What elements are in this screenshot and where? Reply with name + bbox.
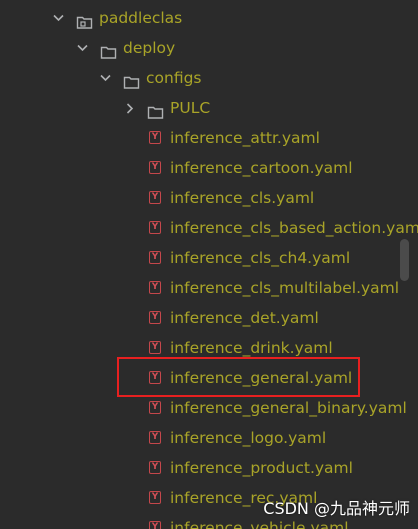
yaml-file-icon: Y <box>149 311 161 324</box>
tree-row-file[interactable]: Y inference_cls_multilabel.yaml <box>0 273 418 303</box>
chevron-down-icon[interactable] <box>74 33 90 63</box>
tree-row-label: deploy <box>123 39 176 57</box>
tree-row-file[interactable]: Y inference_cls_based_action.yaml <box>0 213 418 243</box>
tree-row-label: inference_cls_based_action.yaml <box>170 219 418 237</box>
tree-row-file[interactable]: Y inference_attr.yaml <box>0 123 418 153</box>
tree-row-configs[interactable]: configs <box>0 63 418 93</box>
module-folder-icon <box>76 10 93 29</box>
yaml-file-icon: Y <box>149 281 161 294</box>
tree-row-label: inference_logo.yaml <box>170 429 327 447</box>
yaml-file-icon: Y <box>149 371 161 384</box>
chevron-down-icon[interactable] <box>50 3 66 33</box>
yaml-file-icon: Y <box>149 341 161 354</box>
scrollbar-thumb[interactable] <box>400 239 409 281</box>
folder-icon <box>123 70 140 89</box>
yaml-file-icon: Y <box>149 461 161 474</box>
tree-row-file[interactable]: Y inference_cartoon.yaml <box>0 153 418 183</box>
tree-row-pulc[interactable]: PULC <box>0 93 418 123</box>
tree-row-label: inference_general_binary.yaml <box>170 399 407 417</box>
project-tree: paddleclas deploy configs PULC Y inferen… <box>0 0 418 529</box>
yaml-file-icon: Y <box>149 491 161 504</box>
chevron-right-icon[interactable] <box>122 93 138 123</box>
yaml-file-icon: Y <box>149 131 161 144</box>
tree-row-label: configs <box>146 69 202 87</box>
tree-row-paddleclas[interactable]: paddleclas <box>0 3 418 33</box>
tree-row-file-highlighted[interactable]: Y inference_general.yaml <box>0 363 418 393</box>
folder-icon <box>147 100 164 119</box>
tree-row-file[interactable]: Y inference_cls.yaml <box>0 183 418 213</box>
folder-icon <box>100 40 117 59</box>
watermark: CSDN @九品神元师 <box>263 499 410 518</box>
yaml-file-icon: Y <box>149 161 161 174</box>
tree-row-file[interactable]: Y inference_det.yaml <box>0 303 418 333</box>
yaml-file-icon: Y <box>149 431 161 444</box>
tree-row-label: inference_det.yaml <box>170 309 319 327</box>
tree-row-file[interactable]: Y inference_product.yaml <box>0 453 418 483</box>
chevron-down-icon[interactable] <box>97 63 113 93</box>
tree-row-label: inference_product.yaml <box>170 459 353 477</box>
tree-row-label: inference_general.yaml <box>170 369 353 387</box>
yaml-file-icon: Y <box>149 191 161 204</box>
tree-row-file[interactable]: Y inference_general_binary.yaml <box>0 393 418 423</box>
yaml-file-icon: Y <box>149 221 161 234</box>
tree-row-file[interactable]: Y inference_logo.yaml <box>0 423 418 453</box>
yaml-file-icon: Y <box>149 251 161 264</box>
tree-row-label: inference_cartoon.yaml <box>170 159 353 177</box>
tree-row-file[interactable]: Y inference_cls_ch4.yaml <box>0 243 418 273</box>
tree-row-label: PULC <box>170 99 211 117</box>
yaml-file-icon: Y <box>149 401 161 414</box>
tree-row-label: inference_attr.yaml <box>170 129 320 147</box>
tree-row-label: paddleclas <box>99 9 183 27</box>
tree-row-label: inference_cls_multilabel.yaml <box>170 279 400 297</box>
tree-row-label: inference_drink.yaml <box>170 339 333 357</box>
tree-row-deploy[interactable]: deploy <box>0 33 418 63</box>
tree-row-label: inference_cls_ch4.yaml <box>170 249 351 267</box>
tree-row-label: inference_cls.yaml <box>170 189 315 207</box>
tree-row-file[interactable]: Y inference_drink.yaml <box>0 333 418 363</box>
yaml-file-icon: Y <box>149 521 161 529</box>
